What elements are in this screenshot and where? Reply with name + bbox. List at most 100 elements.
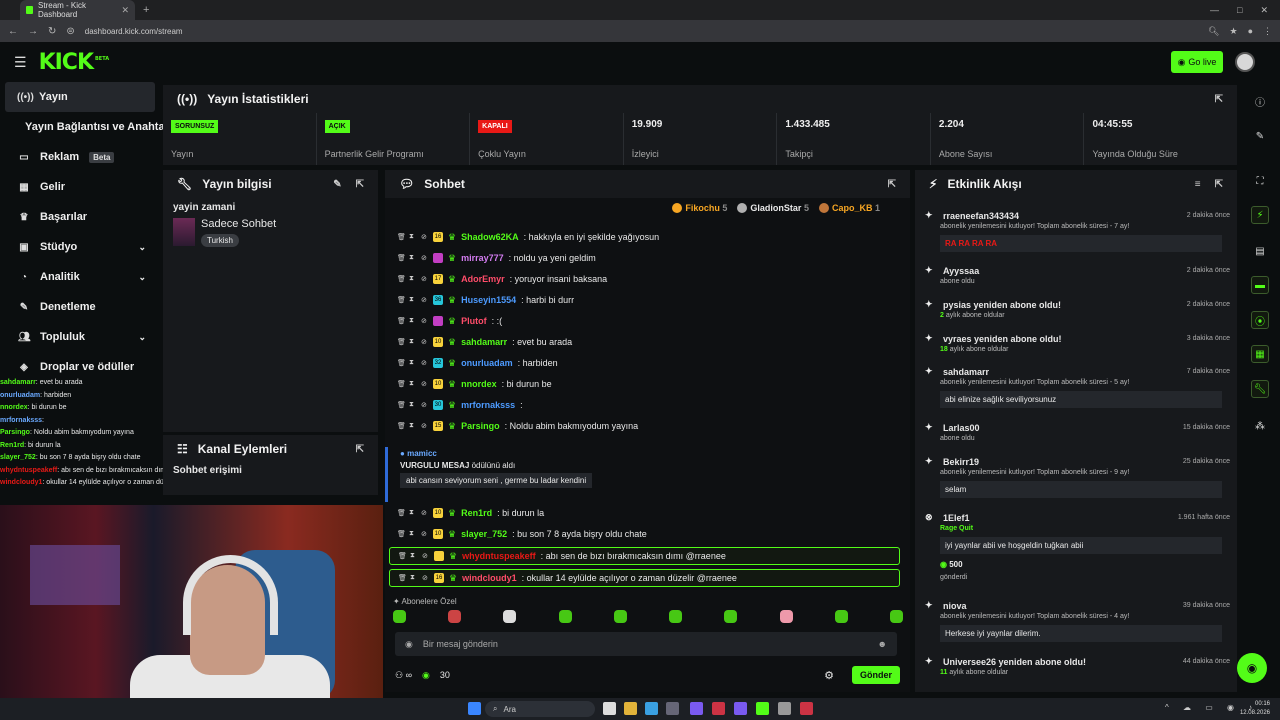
sidebar-item-revenue[interactable]: ▦ Gelir [0, 172, 160, 202]
chat-username[interactable]: sahdamarr [461, 337, 507, 347]
menu-dots-icon[interactable]: ⋮ [1263, 26, 1272, 37]
edit-icon[interactable]: ✎ [1251, 127, 1269, 145]
url-field[interactable]: dashboard.kick.com/stream [85, 27, 1198, 36]
sidebar-item-stream[interactable]: ((•)) Yayın [5, 82, 155, 112]
ban-icon[interactable]: ⊘ [421, 401, 428, 409]
timeout-icon[interactable]: ⧗ [409, 233, 416, 241]
maximize-icon[interactable]: □ [1237, 5, 1242, 16]
forward-icon[interactable]: → [28, 26, 38, 37]
chat-message[interactable]: 🗑︎ ⧗ ⊘ ♛ whydntuspeakeff: abı sen de bızı bı… [389, 547, 900, 565]
popout-icon[interactable]: ⇱ [356, 179, 364, 190]
event-user[interactable]: Universee26 yeniden abone oldu! [943, 657, 1086, 667]
chat-username[interactable]: Plutof [461, 316, 487, 326]
ban-icon[interactable]: ⊘ [421, 296, 428, 304]
sidebar-item-ads[interactable]: ▭ Reklam Beta [0, 142, 160, 172]
channel-icon[interactable]: ▦ [1251, 345, 1269, 363]
popout-icon[interactable]: ⇱ [1215, 94, 1223, 105]
sidebar-item-analytics[interactable]: ◔ Analitik ⌄ [0, 262, 160, 292]
profile-icon[interactable]: ● [1248, 26, 1253, 37]
timeout-icon[interactable]: ⧗ [409, 338, 416, 346]
top-chatter[interactable]: GladionStar 5 [737, 203, 809, 214]
window-close-icon[interactable]: ✕ [1260, 5, 1268, 16]
sidebar-item-stream-key[interactable]: Yayın Bağlantısı ve Anahtarı [0, 112, 172, 142]
ban-icon[interactable]: ⊘ [421, 380, 428, 388]
emote[interactable] [834, 610, 848, 623]
ban-icon[interactable]: ⊘ [421, 530, 428, 538]
trash-icon[interactable]: 🗑︎ [397, 233, 406, 241]
taskview-icon[interactable] [603, 702, 616, 715]
points-icon[interactable]: ⚇ ∞ [395, 670, 412, 681]
discord-icon[interactable] [690, 702, 703, 715]
ban-icon[interactable]: ⊘ [421, 359, 428, 367]
ban-icon[interactable]: ⊘ [421, 422, 428, 430]
kick-app-icon[interactable] [756, 702, 769, 715]
timeout-icon[interactable]: ⧗ [409, 401, 416, 409]
chat-message[interactable]: 🗑︎ ⧗ ⊘ 16 ♛ Shadow62KA: hakkıyla en iyi şekil… [397, 228, 659, 246]
wrench-icon[interactable]: 🔧︎ [1251, 380, 1269, 398]
close-icon[interactable]: ✕ [121, 5, 129, 16]
chat-message[interactable]: 🗑︎ ⧗ ⊘ 15 ♛ Parsingo: Noldu abim bakmıyodum y… [397, 417, 638, 435]
timeout-icon[interactable]: ⧗ [409, 254, 416, 262]
chat-username[interactable]: whydntuspeakeff [462, 551, 536, 561]
chat-message[interactable]: 🗑︎ ⧗ ⊘ 10 ♛ nnordex: bi durun be [397, 375, 552, 393]
timeout-icon[interactable]: ⧗ [409, 380, 416, 388]
trash-icon[interactable]: 🗑︎ [398, 574, 407, 582]
chat-username[interactable]: Huseyin1554 [461, 295, 516, 305]
ban-icon[interactable]: ⊘ [421, 233, 428, 241]
chat-message[interactable]: 🗑︎ ⧗ ⊘ 10 ♛ sahdamarr: evet bu arada [397, 333, 572, 351]
top-chatter[interactable]: Fikochu 5 [672, 203, 727, 214]
chat-access-item[interactable]: Sohbet erişimi [163, 463, 378, 478]
ban-icon[interactable]: ⊘ [421, 254, 428, 262]
trash-icon[interactable]: 🗑︎ [397, 254, 406, 262]
chat-username[interactable]: Shadow62KA [461, 232, 519, 242]
sidebar-item-achievements[interactable]: ♛ Başarılar [0, 202, 160, 232]
hamburger-menu-icon[interactable]: ☰ [14, 54, 27, 71]
chat-message[interactable]: 🗑︎ ⧗ ⊘ 10 ♛ Ren1rd: bi durun la [397, 504, 544, 522]
obs-icon[interactable] [800, 702, 813, 715]
chat-message[interactable]: 🗑︎ ⧗ ⊘ ♛ mirray777: noldu ya yeni geldim [397, 249, 596, 267]
timeout-icon[interactable]: ⧗ [409, 359, 416, 367]
emote[interactable] [558, 610, 572, 623]
edit-icon[interactable]: ✎ [333, 179, 341, 190]
info-icon[interactable]: ⓘ [1251, 92, 1269, 110]
minimize-icon[interactable]: — [1210, 5, 1219, 16]
chat-username[interactable]: nnordex [461, 379, 497, 389]
chat-username[interactable]: Parsingo [461, 421, 500, 431]
app-icon[interactable] [734, 702, 747, 715]
trash-icon[interactable]: 🗑︎ [397, 359, 406, 367]
trash-icon[interactable]: 🗑︎ [397, 317, 406, 325]
broadcast-icon[interactable]: ⦿ [1251, 311, 1269, 329]
chat-input[interactable]: ◉ Bir mesaj gönderin ☻ [395, 632, 897, 656]
chat-message[interactable]: 🗑︎ ⧗ ⊘ 10 ♛ slayer_752: bu son 7 8 ayda bişry… [397, 525, 647, 543]
emoji-icon[interactable]: ☻ [878, 639, 887, 649]
bolt-icon[interactable]: ⚡︎ [1251, 206, 1269, 224]
ban-icon[interactable]: ⊘ [422, 574, 429, 582]
emote[interactable] [779, 610, 793, 623]
popout-icon[interactable]: ⇱ [1215, 179, 1223, 190]
event-user[interactable]: Ayyssaa [943, 266, 979, 276]
clock[interactable]: 00:16 12.08.2026 [1240, 700, 1270, 718]
taskbar-search[interactable]: ⌕ Ara [485, 701, 595, 717]
go-live-button[interactable]: ◉ Go live [1171, 51, 1223, 73]
new-tab-icon[interactable]: + [143, 4, 149, 16]
browser-tab[interactable]: Stream - Kick Dashboard ✕ [20, 0, 135, 20]
trash-icon[interactable]: 🗑︎ [397, 275, 406, 283]
event-user[interactable]: 1Elef1 [943, 513, 970, 523]
back-icon[interactable]: ← [8, 26, 18, 37]
app-icon[interactable] [712, 702, 725, 715]
send-button[interactable]: Gönder [851, 666, 900, 684]
share-icon[interactable]: ⁂ [1251, 417, 1269, 435]
ban-icon[interactable]: ⊘ [421, 317, 428, 325]
popout-icon[interactable]: ⇱ [888, 179, 896, 190]
bookmark-star-icon[interactable]: ★ [1229, 26, 1237, 37]
ban-icon[interactable]: ⊘ [421, 509, 428, 517]
zoom-icon[interactable]: 🔍︎ [1208, 26, 1219, 37]
top-chatter[interactable]: Capo_KB 1 [818, 203, 880, 214]
emote[interactable] [613, 610, 627, 623]
user-avatar[interactable] [1235, 52, 1255, 72]
event-user[interactable]: Bekirr19 [943, 457, 979, 467]
event-user[interactable]: Larlas00 [943, 423, 980, 433]
trash-icon[interactable]: 🗑︎ [397, 380, 406, 388]
event-user[interactable]: niova [943, 601, 967, 611]
emote[interactable] [503, 610, 517, 623]
